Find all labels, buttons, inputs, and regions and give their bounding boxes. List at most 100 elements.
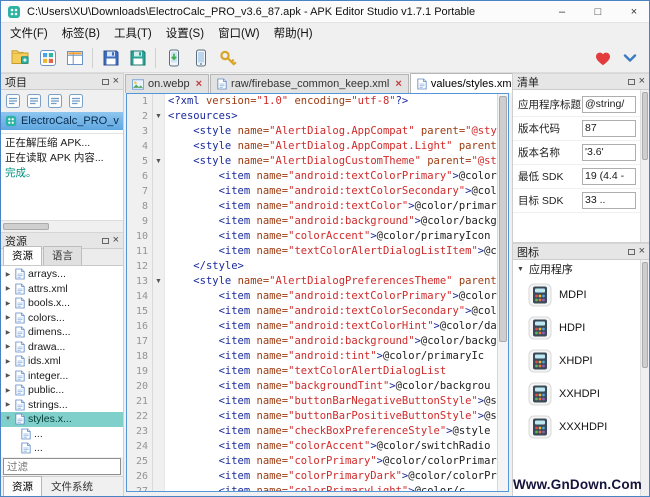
maximize-button[interactable]: □ bbox=[583, 1, 613, 23]
code-text: <item name="colorAccent">@color/primaryI… bbox=[218, 230, 491, 242]
undock-icon[interactable] bbox=[101, 237, 109, 244]
icon-dpi-item[interactable]: HDPI bbox=[513, 311, 649, 344]
scrollbar-thumb[interactable] bbox=[3, 223, 49, 230]
code-text: <item name="colorPrimaryDark">@color/col… bbox=[218, 470, 497, 482]
apk-grid-button[interactable] bbox=[34, 45, 61, 71]
chevron-expanded-icon[interactable]: ▼ bbox=[4, 416, 12, 422]
menu-item-4[interactable]: 设置(S) bbox=[159, 23, 211, 43]
manifest-field-value[interactable]: @string/ bbox=[582, 96, 636, 113]
resource-item[interactable]: ▼ styles.x... bbox=[1, 412, 123, 427]
dock-tab-2[interactable]: 文件系统 bbox=[43, 477, 101, 496]
donate-heart-button[interactable] bbox=[589, 45, 616, 71]
icons-group-row[interactable]: ▼ 应用程序 bbox=[513, 260, 649, 278]
resource-item[interactable]: ▶ ids.xml bbox=[1, 354, 123, 369]
project-root-item[interactable]: ElectroCalc_PRO_v bbox=[1, 112, 123, 130]
minimize-button[interactable]: – bbox=[547, 1, 577, 23]
undock-icon[interactable] bbox=[627, 248, 635, 255]
chevron-collapsed-icon[interactable]: ▶ bbox=[4, 285, 12, 292]
menu-item-5[interactable]: 窗口(W) bbox=[211, 23, 267, 43]
manifest-row: 应用程序标题 @string/ bbox=[513, 93, 649, 117]
fold-arrow-icon[interactable]: ▼ bbox=[153, 109, 165, 124]
line-number: 21 bbox=[127, 394, 153, 409]
code-editor[interactable]: 1 <?xml version="1.0" encoding="utf-8"?> 2… bbox=[126, 93, 509, 492]
icon-dpi-item[interactable]: XHDPI bbox=[513, 344, 649, 377]
icons-scrollbar[interactable] bbox=[640, 260, 649, 496]
editor-vertical-scrollbar[interactable] bbox=[497, 94, 508, 491]
device-manager-button[interactable] bbox=[187, 45, 214, 71]
fold-arrow-icon[interactable]: ▼ bbox=[153, 274, 165, 289]
xml-file-icon bbox=[15, 312, 25, 324]
editor-tab-3[interactable]: values/styles.xml× bbox=[409, 73, 512, 93]
resources-tab-2[interactable]: 语言 bbox=[43, 246, 82, 265]
close-tab-icon[interactable]: × bbox=[196, 78, 202, 90]
close-tab-icon[interactable]: × bbox=[395, 78, 401, 90]
close-panel-icon[interactable]: × bbox=[113, 76, 119, 87]
resource-child-item[interactable]: ... bbox=[1, 427, 123, 442]
save-apk-as-button[interactable] bbox=[124, 45, 151, 71]
code-lines[interactable]: 1 <?xml version="1.0" encoding="utf-8"?> 2… bbox=[127, 94, 508, 491]
chevron-collapsed-icon[interactable]: ▶ bbox=[4, 271, 12, 278]
apk-table-button[interactable] bbox=[61, 45, 88, 71]
resource-item[interactable]: ▶ integer... bbox=[1, 369, 123, 384]
project-action-button-2[interactable] bbox=[24, 92, 43, 111]
manifest-field-value[interactable]: 19 (4.4 - bbox=[582, 168, 636, 185]
icon-dpi-item[interactable]: MDPI bbox=[513, 278, 649, 311]
dock-tab-1[interactable]: 资源 bbox=[3, 476, 42, 496]
resource-item[interactable]: ▶ public... bbox=[1, 383, 123, 398]
project-action-button-1[interactable] bbox=[3, 92, 22, 111]
manifest-field-value[interactable]: 33 .. bbox=[582, 192, 636, 209]
chevron-collapsed-icon[interactable]: ▶ bbox=[4, 387, 12, 394]
chevron-collapsed-icon[interactable]: ▶ bbox=[4, 314, 12, 321]
log-horizontal-scrollbar[interactable] bbox=[1, 220, 123, 232]
resources-tab-1[interactable]: 资源 bbox=[3, 246, 42, 265]
resource-item[interactable]: ▶ colors... bbox=[1, 311, 123, 326]
resource-item[interactable]: ▶ drawa... bbox=[1, 340, 123, 355]
close-panel-icon[interactable]: × bbox=[639, 76, 645, 87]
resource-item[interactable]: ▶ strings... bbox=[1, 398, 123, 413]
resource-item[interactable]: ▶ dimens... bbox=[1, 325, 123, 340]
close-panel-icon[interactable]: × bbox=[639, 246, 645, 257]
fold-gutter bbox=[153, 169, 165, 184]
close-panel-icon[interactable]: × bbox=[113, 235, 119, 246]
editor-tab-2[interactable]: raw/firebase_common_keep.xml × bbox=[210, 74, 409, 93]
manifest-row: 版本名称 '3.6' bbox=[513, 141, 649, 165]
chevron-collapsed-icon[interactable]: ▶ bbox=[4, 401, 12, 408]
chevron-expanded-icon[interactable]: ▼ bbox=[517, 266, 524, 273]
chevron-collapsed-icon[interactable]: ▶ bbox=[4, 372, 12, 379]
install-apk-button[interactable] bbox=[160, 45, 187, 71]
scrollbar-thumb[interactable] bbox=[499, 96, 507, 343]
fold-arrow-icon[interactable]: ▼ bbox=[153, 154, 165, 169]
open-apk-button[interactable] bbox=[7, 45, 34, 71]
collapse-panels-button[interactable] bbox=[616, 45, 643, 71]
menu-item-3[interactable]: 工具(T) bbox=[107, 23, 159, 43]
key-manager-button[interactable] bbox=[214, 45, 241, 71]
manifest-field-value[interactable]: '3.6' bbox=[582, 144, 636, 161]
menu-item-2[interactable]: 标签(B) bbox=[55, 23, 107, 43]
scrollbar-thumb[interactable] bbox=[642, 262, 648, 369]
chevron-collapsed-icon[interactable]: ▶ bbox=[4, 300, 12, 307]
chevron-collapsed-icon[interactable]: ▶ bbox=[4, 358, 12, 365]
undock-icon[interactable] bbox=[627, 78, 635, 85]
icon-dpi-item[interactable]: XXHDPI bbox=[513, 377, 649, 410]
save-apk-button[interactable] bbox=[97, 45, 124, 71]
resource-item[interactable]: ▶ attrs.xml bbox=[1, 282, 123, 297]
scrollbar-thumb[interactable] bbox=[642, 92, 648, 161]
close-button[interactable]: × bbox=[619, 1, 649, 23]
menu-item-6[interactable]: 帮助(H) bbox=[267, 23, 320, 43]
icon-dpi-item[interactable]: XXXHDPI bbox=[513, 410, 649, 443]
project-action-button-3[interactable] bbox=[45, 92, 64, 111]
editor-tab-1[interactable]: on.webp × bbox=[125, 74, 210, 93]
manifest-scrollbar[interactable] bbox=[640, 90, 649, 242]
resource-child-item[interactable]: ... bbox=[1, 441, 123, 456]
resource-item[interactable]: ▶ bools.x... bbox=[1, 296, 123, 311]
code-text: </style> bbox=[193, 260, 244, 272]
project-action-button-4[interactable] bbox=[66, 92, 85, 111]
watermark: Www.GnDown.Com bbox=[512, 477, 642, 492]
menu-item-1[interactable]: 文件(F) bbox=[3, 23, 55, 43]
resource-item[interactable]: ▶ arrays... bbox=[1, 267, 123, 282]
undock-icon[interactable] bbox=[101, 78, 109, 85]
chevron-collapsed-icon[interactable]: ▶ bbox=[4, 343, 12, 350]
manifest-field-value[interactable]: 87 bbox=[582, 120, 636, 137]
chevron-collapsed-icon[interactable]: ▶ bbox=[4, 329, 12, 336]
filter-input[interactable] bbox=[3, 458, 121, 475]
